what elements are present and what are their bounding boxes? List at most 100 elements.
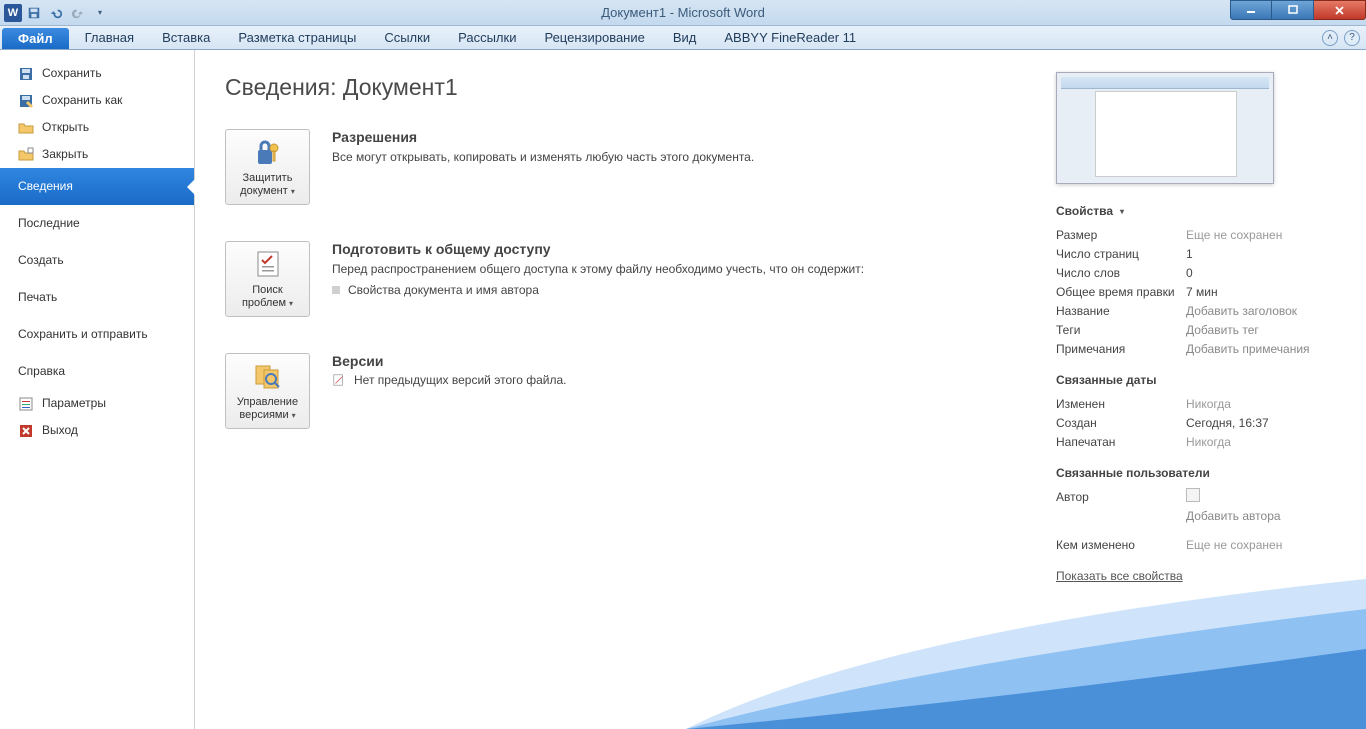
prepare-bullet-text: Свойства документа и имя автора xyxy=(348,283,539,297)
nav-label: Сохранить как xyxy=(42,92,122,109)
nav-label: Сохранить и отправить xyxy=(18,326,148,343)
ribbon-tabs: Файл Главная Вставка Разметка страницы С… xyxy=(0,26,1366,50)
related-people-header: Связанные пользователи xyxy=(1056,466,1342,480)
prepare-share-block: Поиск проблем▾ Подготовить к общему дост… xyxy=(225,241,1026,317)
nav-recent[interactable]: Последние xyxy=(0,205,194,242)
check-document-icon xyxy=(252,248,284,280)
prop-size-value: Еще не сохранен xyxy=(1186,226,1282,245)
permissions-block: Защитить документ▾ Разрешения Все могут … xyxy=(225,129,1026,205)
prop-modified-label: Изменен xyxy=(1056,395,1186,414)
prop-printed-value: Никогда xyxy=(1186,433,1231,452)
window-title: Документ1 - Microsoft Word xyxy=(601,5,765,20)
undo-icon[interactable] xyxy=(46,4,66,22)
nav-save[interactable]: Сохранить xyxy=(0,60,194,87)
prop-created-label: Создан xyxy=(1056,414,1186,433)
properties-dropdown[interactable]: Свойства▾ xyxy=(1056,204,1342,218)
prop-tags-value[interactable]: Добавить тег xyxy=(1186,321,1259,340)
prop-modified-value: Никогда xyxy=(1186,395,1231,414)
nav-exit[interactable]: Выход xyxy=(0,417,194,444)
maximize-button[interactable] xyxy=(1272,0,1314,20)
nav-save-as[interactable]: Сохранить как xyxy=(0,87,194,114)
permissions-heading: Разрешения xyxy=(332,129,1026,145)
backstage-content: Сведения: Документ1 Защитить документ▾ Р… xyxy=(195,50,1366,729)
nav-new[interactable]: Создать xyxy=(0,242,194,279)
window-controls xyxy=(1230,0,1366,20)
exit-icon xyxy=(18,423,34,439)
button-label: Поиск проблем xyxy=(242,284,286,309)
nav-label: Сведения xyxy=(18,178,73,195)
button-label: Управление версиями xyxy=(237,396,298,421)
manage-versions-button[interactable]: Управление версиями▾ xyxy=(225,353,310,429)
nav-save-send[interactable]: Сохранить и отправить xyxy=(0,316,194,353)
show-all-properties-link[interactable]: Показать все свойства xyxy=(1056,569,1183,583)
backstage-nav: Сохранить Сохранить как Открыть Закрыть … xyxy=(0,50,195,729)
help-icon[interactable]: ? xyxy=(1344,30,1360,46)
prepare-text: Перед распространением общего доступа к … xyxy=(332,261,1026,277)
versions-icon xyxy=(252,360,284,392)
title-bar: W ▾ Документ1 - Microsoft Word xyxy=(0,0,1366,26)
tab-abbyy[interactable]: ABBYY FineReader 11 xyxy=(710,26,870,49)
prop-words-label: Число слов xyxy=(1056,264,1186,283)
properties-panel: Свойства▾ РазмерЕще не сохранен Число ст… xyxy=(1056,50,1366,729)
tab-page-layout[interactable]: Разметка страницы xyxy=(224,26,370,49)
word-app-icon: W xyxy=(4,4,22,22)
nav-label: Закрыть xyxy=(42,146,88,163)
tab-insert[interactable]: Вставка xyxy=(148,26,224,49)
versions-block: Управление версиями▾ Версии Нет предыдущ… xyxy=(225,353,1026,429)
file-tab[interactable]: Файл xyxy=(2,28,69,49)
document-thumbnail[interactable] xyxy=(1056,72,1274,184)
nav-label: Параметры xyxy=(42,395,106,412)
chevron-down-icon: ▾ xyxy=(292,411,296,420)
prop-size-label: Размер xyxy=(1056,226,1186,245)
lock-key-icon xyxy=(252,136,284,168)
versions-heading: Версии xyxy=(332,353,1026,369)
tab-references[interactable]: Ссылки xyxy=(370,26,444,49)
prop-printed-label: Напечатан xyxy=(1056,433,1186,452)
author-avatar-placeholder xyxy=(1186,488,1200,502)
nav-help[interactable]: Справка xyxy=(0,353,194,390)
redo-icon[interactable] xyxy=(68,4,88,22)
versions-text: Нет предыдущих версий этого файла. xyxy=(354,373,567,387)
quick-access-toolbar: W ▾ xyxy=(0,4,110,22)
tab-view[interactable]: Вид xyxy=(659,26,711,49)
nav-label: Открыть xyxy=(42,119,89,136)
minimize-ribbon-icon[interactable]: ˄ xyxy=(1322,30,1338,46)
tab-home[interactable]: Главная xyxy=(71,26,148,49)
prop-words-value: 0 xyxy=(1186,264,1193,283)
button-label: Защитить документ xyxy=(240,172,292,197)
nav-print[interactable]: Печать xyxy=(0,279,194,316)
tab-review[interactable]: Рецензирование xyxy=(530,26,658,49)
qat-customize-icon[interactable]: ▾ xyxy=(90,4,110,22)
prop-comments-label: Примечания xyxy=(1056,340,1186,359)
prop-title-value[interactable]: Добавить заголовок xyxy=(1186,302,1297,321)
prop-comments-value[interactable]: Добавить примечания xyxy=(1186,340,1310,359)
prop-lastmodby-label: Кем изменено xyxy=(1056,536,1186,555)
close-button[interactable] xyxy=(1314,0,1366,20)
nav-open[interactable]: Открыть xyxy=(0,114,194,141)
prop-lastmodby-value: Еще не сохранен xyxy=(1186,536,1282,555)
prop-edit-time-value: 7 мин xyxy=(1186,283,1218,302)
chevron-down-icon: ▾ xyxy=(289,299,293,308)
options-icon xyxy=(18,396,34,412)
save-icon[interactable] xyxy=(24,4,44,22)
nav-label: Печать xyxy=(18,289,57,306)
check-issues-button[interactable]: Поиск проблем▾ xyxy=(225,241,310,317)
square-bullet-icon xyxy=(332,286,340,294)
prepare-heading: Подготовить к общему доступу xyxy=(332,241,1026,257)
prop-pages-value: 1 xyxy=(1186,245,1193,264)
minimize-button[interactable] xyxy=(1230,0,1272,20)
protect-document-button[interactable]: Защитить документ▾ xyxy=(225,129,310,205)
nav-close[interactable]: Закрыть xyxy=(0,141,194,168)
prop-author-label: Автор xyxy=(1056,488,1186,507)
tab-mailings[interactable]: Рассылки xyxy=(444,26,530,49)
nav-label: Сохранить xyxy=(42,65,102,82)
backstage-view: Сохранить Сохранить как Открыть Закрыть … xyxy=(0,50,1366,729)
prop-created-value: Сегодня, 16:37 xyxy=(1186,414,1269,433)
page-title: Сведения: Документ1 xyxy=(225,74,1026,101)
add-author-field[interactable]: Добавить автора xyxy=(1186,507,1281,526)
nav-options[interactable]: Параметры xyxy=(0,390,194,417)
nav-info[interactable]: Сведения xyxy=(0,168,194,205)
prop-tags-label: Теги xyxy=(1056,321,1186,340)
nav-label: Справка xyxy=(18,363,65,380)
versions-line: Нет предыдущих версий этого файла. xyxy=(332,373,1026,387)
